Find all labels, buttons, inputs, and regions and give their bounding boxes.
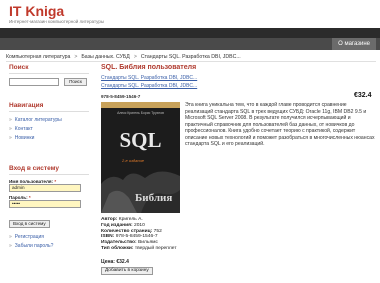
forgot-password-link[interactable]: » Забыли пароль? xyxy=(9,242,89,251)
site-tagline: Интернет-магазин компьютерной литературы xyxy=(9,19,105,24)
nav-item-contact[interactable]: » Контакт xyxy=(9,125,89,134)
product-title: SQL. Библия пользователя xyxy=(101,64,197,71)
bullet-icon: » xyxy=(9,126,12,132)
link-label: Забыли пароль? xyxy=(14,243,54,249)
site-header: IT Kniga Интернет-магазин компьютерной л… xyxy=(0,0,380,28)
login-links: » Регистрация » Забыли пароль? xyxy=(9,233,89,251)
book-cover-image: Алекс Кригель Борис Трухнов SQL 2-е изда… xyxy=(101,102,180,213)
product-details: Автор: Кригель А. Год издания: 2010 Коли… xyxy=(101,217,251,252)
breadcrumb: Компьютерная литература > Базы данных. СУБ… xyxy=(6,52,376,62)
navigation-title: Навигация xyxy=(9,102,89,112)
nav-item-new[interactable]: » Новинки xyxy=(9,134,89,143)
cover-authors: Алекс Кригель Борис Трухнов xyxy=(117,111,164,115)
detail-row: Тип обложки: твердый переплет xyxy=(101,245,177,251)
breadcrumb-separator: > xyxy=(74,54,78,60)
product-description: Эта книга уникальна тем, что в каждой гл… xyxy=(185,102,375,147)
search-block: Поиск Поиск xyxy=(9,64,89,86)
category-link[interactable]: Стандарты SQL. Разработка DBI, JDBC... xyxy=(101,75,197,81)
breadcrumb-item[interactable]: Компьютерная литература xyxy=(6,52,70,62)
bullet-icon: » xyxy=(9,117,12,123)
register-link[interactable]: » Регистрация xyxy=(9,233,89,242)
add-to-cart-button[interactable]: Добавить в корзину xyxy=(101,267,153,275)
main-nav: О магазине xyxy=(0,38,380,50)
login-title: Вход в систему xyxy=(9,165,89,175)
bullet-icon: » xyxy=(9,135,12,141)
tab-about-store[interactable]: О магазине xyxy=(332,38,376,50)
link-label: Регистрация xyxy=(14,234,45,240)
login-button[interactable]: Вход в систему xyxy=(9,220,50,228)
cover-edition: 2-е издание xyxy=(122,158,145,163)
search-row: Поиск xyxy=(9,78,89,87)
breadcrumb-item[interactable]: Базы данных. СУБД xyxy=(81,52,129,62)
cover-subtitle: Библия xyxy=(135,192,173,204)
password-field[interactable]: ••••• xyxy=(9,200,81,208)
nav-item-label: Контакт xyxy=(14,126,33,132)
bullet-icon: » xyxy=(9,234,12,240)
search-input[interactable] xyxy=(9,78,59,86)
nav-item-label: Новинки xyxy=(14,135,35,141)
navigation-list: » Каталог литературы » Контакт » Новинки xyxy=(9,116,89,143)
breadcrumb-separator: > xyxy=(133,54,137,60)
search-title: Поиск xyxy=(9,64,89,74)
nav-item-label: Каталог литературы xyxy=(14,117,62,123)
nav-item-catalog[interactable]: » Каталог литературы xyxy=(9,116,89,125)
bullet-icon: » xyxy=(9,243,12,249)
navigation-block: Навигация » Каталог литературы » Контакт »… xyxy=(9,102,89,143)
site-title[interactable]: IT Kniga xyxy=(9,3,64,19)
cover-title: SQL xyxy=(119,128,162,152)
price-label: Цена: €32.4 xyxy=(101,259,129,265)
category-link[interactable]: Стандарты SQL. Разработка DBI, JDBC... xyxy=(101,83,197,89)
product-price: €32.4 xyxy=(354,92,372,99)
cover-artwork xyxy=(101,171,180,213)
top-bar xyxy=(0,28,380,38)
search-button[interactable]: Поиск xyxy=(64,78,87,86)
product-isbn: 978-5-8459-1546-7 xyxy=(101,94,141,99)
username-field[interactable]: admin xyxy=(9,184,81,192)
login-block: Вход в систему Имя пользователя: * admin… xyxy=(9,165,89,251)
breadcrumb-item-current: Стандарты SQL. Разработка DBI, JDBC... xyxy=(140,54,241,60)
cover-band xyxy=(101,102,180,108)
